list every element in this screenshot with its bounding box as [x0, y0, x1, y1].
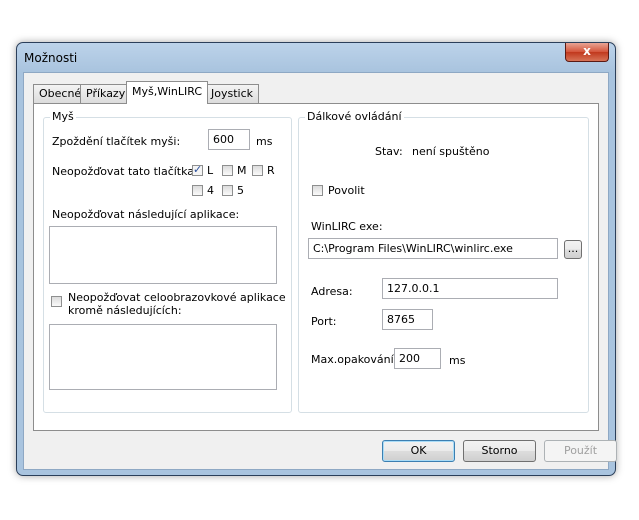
checkbox-button-5[interactable] [222, 185, 233, 196]
delay-input[interactable]: 600 [208, 129, 250, 150]
no-delay-buttons-label: Neopožďovat tato tlačítka: [52, 165, 198, 178]
delay-label: Zpoždění tlačítek myši: [52, 135, 181, 148]
checkbox-button-r[interactable] [252, 165, 263, 176]
browse-button[interactable]: ... [564, 240, 582, 259]
status-label: Stav: [375, 145, 403, 158]
max-repeat-input[interactable]: 200 [394, 348, 441, 369]
max-repeat-unit: ms [449, 354, 466, 367]
delay-unit: ms [256, 135, 273, 148]
checkbox-button-4[interactable] [192, 185, 203, 196]
checkbox-label-4: 4 [207, 184, 214, 197]
port-input[interactable]: 8765 [382, 309, 433, 330]
max-repeat-label: Max.opakování: [311, 353, 398, 366]
remote-group: Dálkové ovládání Stav: není spuštěno Pov… [298, 110, 589, 413]
address-label: Adresa: [311, 285, 353, 298]
close-button[interactable]: x [565, 43, 609, 62]
no-delay-apps-list[interactable] [49, 226, 277, 284]
remote-group-label: Dálkové ovládání [305, 110, 404, 123]
tab-mouse-winlirc[interactable]: Myš,WinLIRC [126, 81, 209, 104]
tab-joystick[interactable]: Joystick [205, 84, 260, 103]
fullscreen-label-line2: kromě následujících: [68, 304, 182, 317]
address-input[interactable]: 127.0.0.1 [382, 278, 558, 299]
apply-button[interactable]: Použít [544, 440, 617, 462]
ok-button[interactable]: OK [382, 440, 455, 462]
port-label: Port: [311, 315, 337, 328]
dialog-client-area: Obecné Příkazy Myš,WinLIRC Joystick Myš … [23, 72, 617, 470]
fullscreen-apps-list[interactable] [49, 324, 277, 390]
cancel-button[interactable]: Storno [463, 440, 536, 462]
checkbox-button-l[interactable]: ✓ [192, 163, 203, 176]
fullscreen-checkbox[interactable] [51, 296, 62, 307]
checkbox-button-m[interactable] [222, 165, 233, 176]
exe-label: WinLIRC exe: [311, 220, 383, 233]
no-delay-apps-label: Neopožďovat následující aplikace: [52, 208, 240, 221]
tab-commands[interactable]: Příkazy [80, 84, 132, 103]
checkbox-label-m: M [237, 164, 247, 177]
fullscreen-label-line1: Neopožďovat celoobrazovkové aplikace [68, 291, 286, 304]
exe-path-input[interactable]: C:\Program Files\WinLIRC\winlirc.exe [308, 238, 558, 259]
tab-panel: Myš Zpoždění tlačítek myši: 600 ms Neopo… [33, 103, 599, 431]
checkbox-label-5: 5 [237, 184, 244, 197]
check-icon: ✓ [193, 163, 203, 176]
options-dialog: Možnosti x Obecné Příkazy Myš,WinLIRC Jo… [16, 42, 617, 476]
mouse-group-label: Myš [50, 110, 76, 123]
enable-label: Povolit [328, 184, 365, 197]
checkbox-label-r: R [267, 164, 275, 177]
enable-checkbox[interactable] [312, 185, 323, 196]
window-title: Možnosti [24, 51, 78, 65]
checkbox-label-l: L [207, 164, 214, 177]
mouse-group: Myš Zpoždění tlačítek myši: 600 ms Neopo… [43, 110, 292, 413]
status-value: není spuštěno [412, 145, 490, 158]
